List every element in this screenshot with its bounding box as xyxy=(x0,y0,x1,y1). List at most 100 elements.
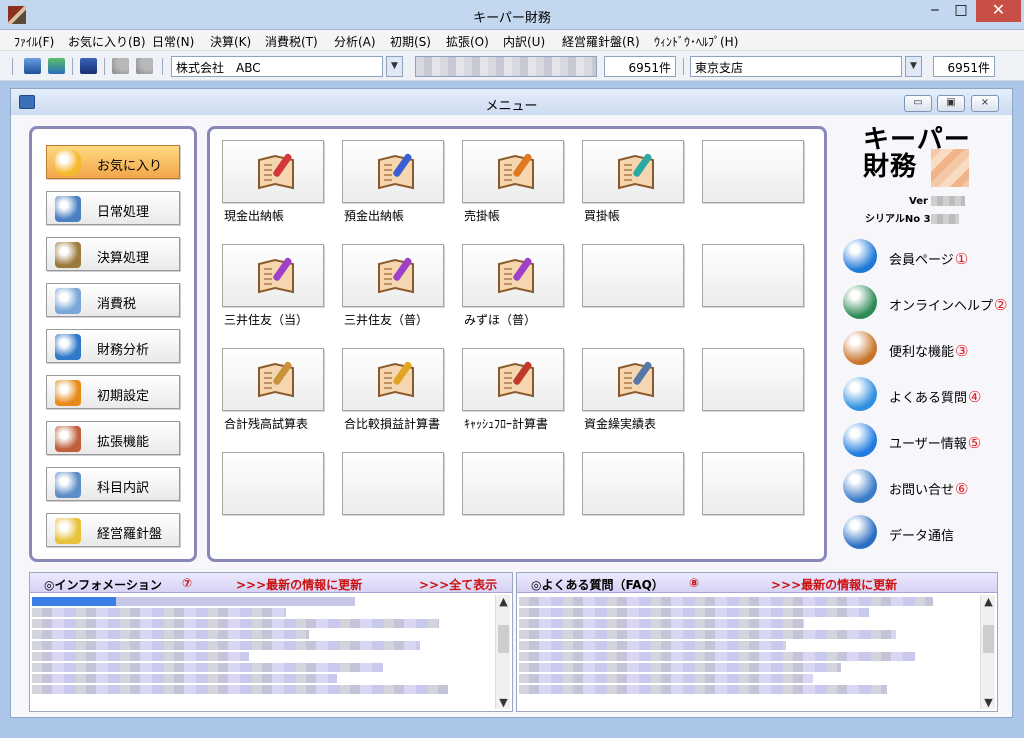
inner-maximize-button[interactable]: ▣ xyxy=(937,95,965,112)
empty-tile[interactable] xyxy=(702,452,804,515)
category-label: 初期設定 xyxy=(97,389,150,404)
list-item[interactable] xyxy=(32,619,439,628)
menu-extension[interactable]: 拡張(O) xyxy=(446,33,489,50)
list-item[interactable] xyxy=(32,630,310,639)
menu-analysis[interactable]: 分析(A) xyxy=(334,33,376,50)
menu-favorites[interactable]: お気に入り(B) xyxy=(68,33,146,50)
list-item[interactable] xyxy=(519,685,887,694)
cash-book-icon xyxy=(258,153,294,190)
link-text: オンラインヘルプ xyxy=(889,299,994,314)
toolbar-separator xyxy=(683,58,684,75)
menu-window-help[interactable]: ｳｨﾝﾄﾞｳ･ﾍﾙﾌﾟ(H) xyxy=(654,33,738,50)
menu-tax[interactable]: 消費税(T) xyxy=(265,33,318,50)
function-tile[interactable] xyxy=(222,348,324,411)
function-tile[interactable] xyxy=(222,244,324,307)
empty-tile[interactable] xyxy=(222,452,324,515)
category-button-daily[interactable]: 日常処理 xyxy=(46,191,180,225)
list-item[interactable] xyxy=(519,641,786,650)
category-button-breakdown[interactable]: 科目内訳 xyxy=(46,467,180,501)
link-label: 会員ページ① xyxy=(889,249,968,268)
scroll-up-icon[interactable]: ▲ xyxy=(496,595,511,608)
menu-file[interactable]: ﾌｧｲﾙ(F) xyxy=(14,33,54,50)
empty-tile[interactable] xyxy=(702,244,804,307)
chevron-down-icon[interactable]: ▼ xyxy=(905,56,922,77)
list-item[interactable] xyxy=(519,608,869,617)
list-item[interactable] xyxy=(32,663,384,672)
company-select[interactable]: 株式会社 ABC xyxy=(171,56,383,77)
function-tile[interactable] xyxy=(342,140,444,203)
function-tile[interactable] xyxy=(342,244,444,307)
list-item[interactable] xyxy=(32,652,250,661)
maximize-button[interactable]: □ xyxy=(946,0,976,22)
category-button-tax[interactable]: 消費税 xyxy=(46,283,180,317)
inner-minimize-button[interactable]: ▭ xyxy=(904,95,932,112)
menu-closing[interactable]: 決算(K) xyxy=(210,33,251,50)
screen-icon[interactable] xyxy=(80,58,97,74)
menu-daily[interactable]: 日常(N) xyxy=(152,33,194,50)
category-button-compass[interactable]: 経営羅針盤 xyxy=(46,513,180,547)
scroll-thumb[interactable] xyxy=(498,625,509,653)
list-item[interactable] xyxy=(519,630,897,639)
menu-compass[interactable]: 経営羅針盤(R) xyxy=(562,33,640,50)
function-tile[interactable] xyxy=(462,244,564,307)
list-item[interactable] xyxy=(32,597,356,606)
faq-scrollbar[interactable]: ▲ ▼ xyxy=(980,595,995,709)
tile-label: 預金出納帳 xyxy=(344,209,405,223)
link-user-info[interactable]: ユーザー情報⑤ xyxy=(843,423,1013,459)
list-item[interactable] xyxy=(32,685,448,694)
scroll-down-icon[interactable]: ▼ xyxy=(981,696,996,709)
empty-tile[interactable] xyxy=(702,348,804,411)
category-button-favorites[interactable]: お気に入り xyxy=(46,145,180,179)
link-useful-features[interactable]: 便利な機能③ xyxy=(843,331,1013,367)
empty-tile[interactable] xyxy=(702,140,804,203)
category-button-initial-settings[interactable]: 初期設定 xyxy=(46,375,180,409)
function-tile[interactable] xyxy=(582,140,684,203)
category-button-extension[interactable]: 拡張機能 xyxy=(46,421,180,455)
link-contact[interactable]: お問い合せ⑥ xyxy=(843,469,1013,505)
link-member-page[interactable]: 会員ページ① xyxy=(843,239,1013,275)
branch-select[interactable]: 東京支店 xyxy=(690,56,902,77)
list-item[interactable] xyxy=(32,674,337,683)
menu-initial[interactable]: 初期(S) xyxy=(390,33,431,50)
empty-tile[interactable] xyxy=(462,452,564,515)
empty-tile[interactable] xyxy=(582,452,684,515)
empty-tile[interactable] xyxy=(342,452,444,515)
function-tile[interactable] xyxy=(342,348,444,411)
info-icon xyxy=(843,423,877,457)
function-tile[interactable] xyxy=(462,140,564,203)
daily-notebook-icon xyxy=(55,196,81,222)
toolbar-separator xyxy=(12,58,13,75)
link-online-help[interactable]: オンラインヘルプ② xyxy=(843,285,1013,321)
gear-icon xyxy=(55,380,81,406)
info-scrollbar[interactable]: ▲ ▼ xyxy=(495,595,510,709)
category-button-analysis[interactable]: 財務分析 xyxy=(46,329,180,363)
refresh-monitor-icon[interactable] xyxy=(48,58,65,74)
chevron-down-icon[interactable]: ▼ xyxy=(386,56,403,77)
list-item[interactable] xyxy=(519,597,933,606)
faq-refresh-link[interactable]: >>>最新の情報に更新 xyxy=(771,576,897,593)
monitor-icon[interactable] xyxy=(24,58,41,74)
function-tile[interactable] xyxy=(222,140,324,203)
category-button-closing[interactable]: 決算処理 xyxy=(46,237,180,271)
list-item[interactable] xyxy=(519,663,841,672)
info-refresh-link[interactable]: >>>最新の情報に更新 xyxy=(236,576,362,593)
function-tile[interactable] xyxy=(462,348,564,411)
list-item[interactable] xyxy=(32,608,287,617)
list-item[interactable] xyxy=(519,674,814,683)
list-item[interactable] xyxy=(519,619,805,628)
inner-close-button[interactable]: ⨯ xyxy=(971,95,999,112)
scroll-thumb[interactable] xyxy=(983,625,994,653)
function-tile[interactable] xyxy=(582,348,684,411)
empty-tile[interactable] xyxy=(582,244,684,307)
link-data-communication[interactable]: データ通信 xyxy=(843,515,1013,551)
scroll-up-icon[interactable]: ▲ xyxy=(981,595,996,608)
link-faq[interactable]: よくある質問④ xyxy=(843,377,1013,413)
info-show-all-link[interactable]: >>>全て表示 xyxy=(419,576,497,593)
key-icon[interactable] xyxy=(136,58,153,74)
scroll-down-icon[interactable]: ▼ xyxy=(496,696,511,709)
menu-breakdown[interactable]: 内訳(U) xyxy=(503,33,545,50)
list-item[interactable] xyxy=(519,652,915,661)
list-item[interactable] xyxy=(32,641,421,650)
close-button[interactable]: ✕ xyxy=(976,0,1021,22)
key-icon[interactable] xyxy=(112,58,129,74)
